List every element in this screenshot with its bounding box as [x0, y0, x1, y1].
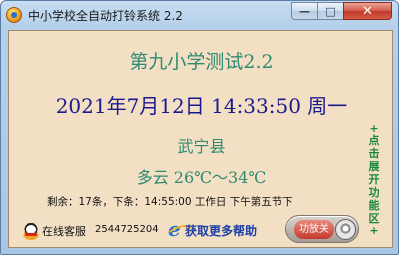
- amplifier-status-label: 功放关: [294, 220, 334, 239]
- side-label-char: 开: [368, 173, 380, 186]
- weather-display: 多云 26℃～34℃: [136, 168, 267, 187]
- amplifier-toggle[interactable]: 功放关: [285, 215, 359, 243]
- side-label-char: 功: [368, 186, 380, 199]
- school-name: 第九小学测试2.2: [129, 51, 274, 73]
- side-label-char: 展: [368, 160, 380, 173]
- main-panel: 第九小学测试2.2 2021年7月12日 14:33:50 周一 武宁县 多云 …: [8, 30, 393, 248]
- qq-icon[interactable]: [22, 222, 40, 240]
- more-help-link[interactable]: 获取更多帮助: [185, 222, 257, 239]
- window-title: 中小学校全自动打铃系统 2.2: [28, 9, 183, 23]
- plus-marker-bottom: +: [369, 224, 379, 237]
- titlebar[interactable]: 中小学校全自动打铃系统 2.2 — □ ✕: [1, 1, 398, 29]
- app-window: 中小学校全自动打铃系统 2.2 — □ ✕ 第九小学测试2.2 2021年7月1…: [0, 0, 399, 255]
- side-label-char: 点: [368, 134, 380, 147]
- bell-status-text: 剩余：17条，下条：14:55:00 工作日 下午第五节下: [47, 196, 293, 208]
- online-service-link[interactable]: 在线客服: [42, 223, 86, 239]
- toggle-knob-icon: [335, 219, 356, 240]
- side-label-char: 能: [368, 199, 380, 212]
- minimize-button[interactable]: —: [291, 2, 318, 20]
- date-time-display: 2021年7月12日 14:33:50 周一: [55, 94, 348, 118]
- side-label-char: 击: [368, 147, 380, 160]
- service-qq-number: 2544725204: [95, 224, 159, 235]
- close-button[interactable]: ✕: [343, 2, 392, 20]
- county-label: 武宁县: [177, 137, 226, 156]
- plus-marker-top: +: [369, 122, 379, 135]
- maximize-button[interactable]: □: [317, 2, 344, 20]
- expand-function-area-button[interactable]: + 点 击 展 开 功 能 区 +: [367, 123, 381, 236]
- app-icon: [6, 7, 22, 23]
